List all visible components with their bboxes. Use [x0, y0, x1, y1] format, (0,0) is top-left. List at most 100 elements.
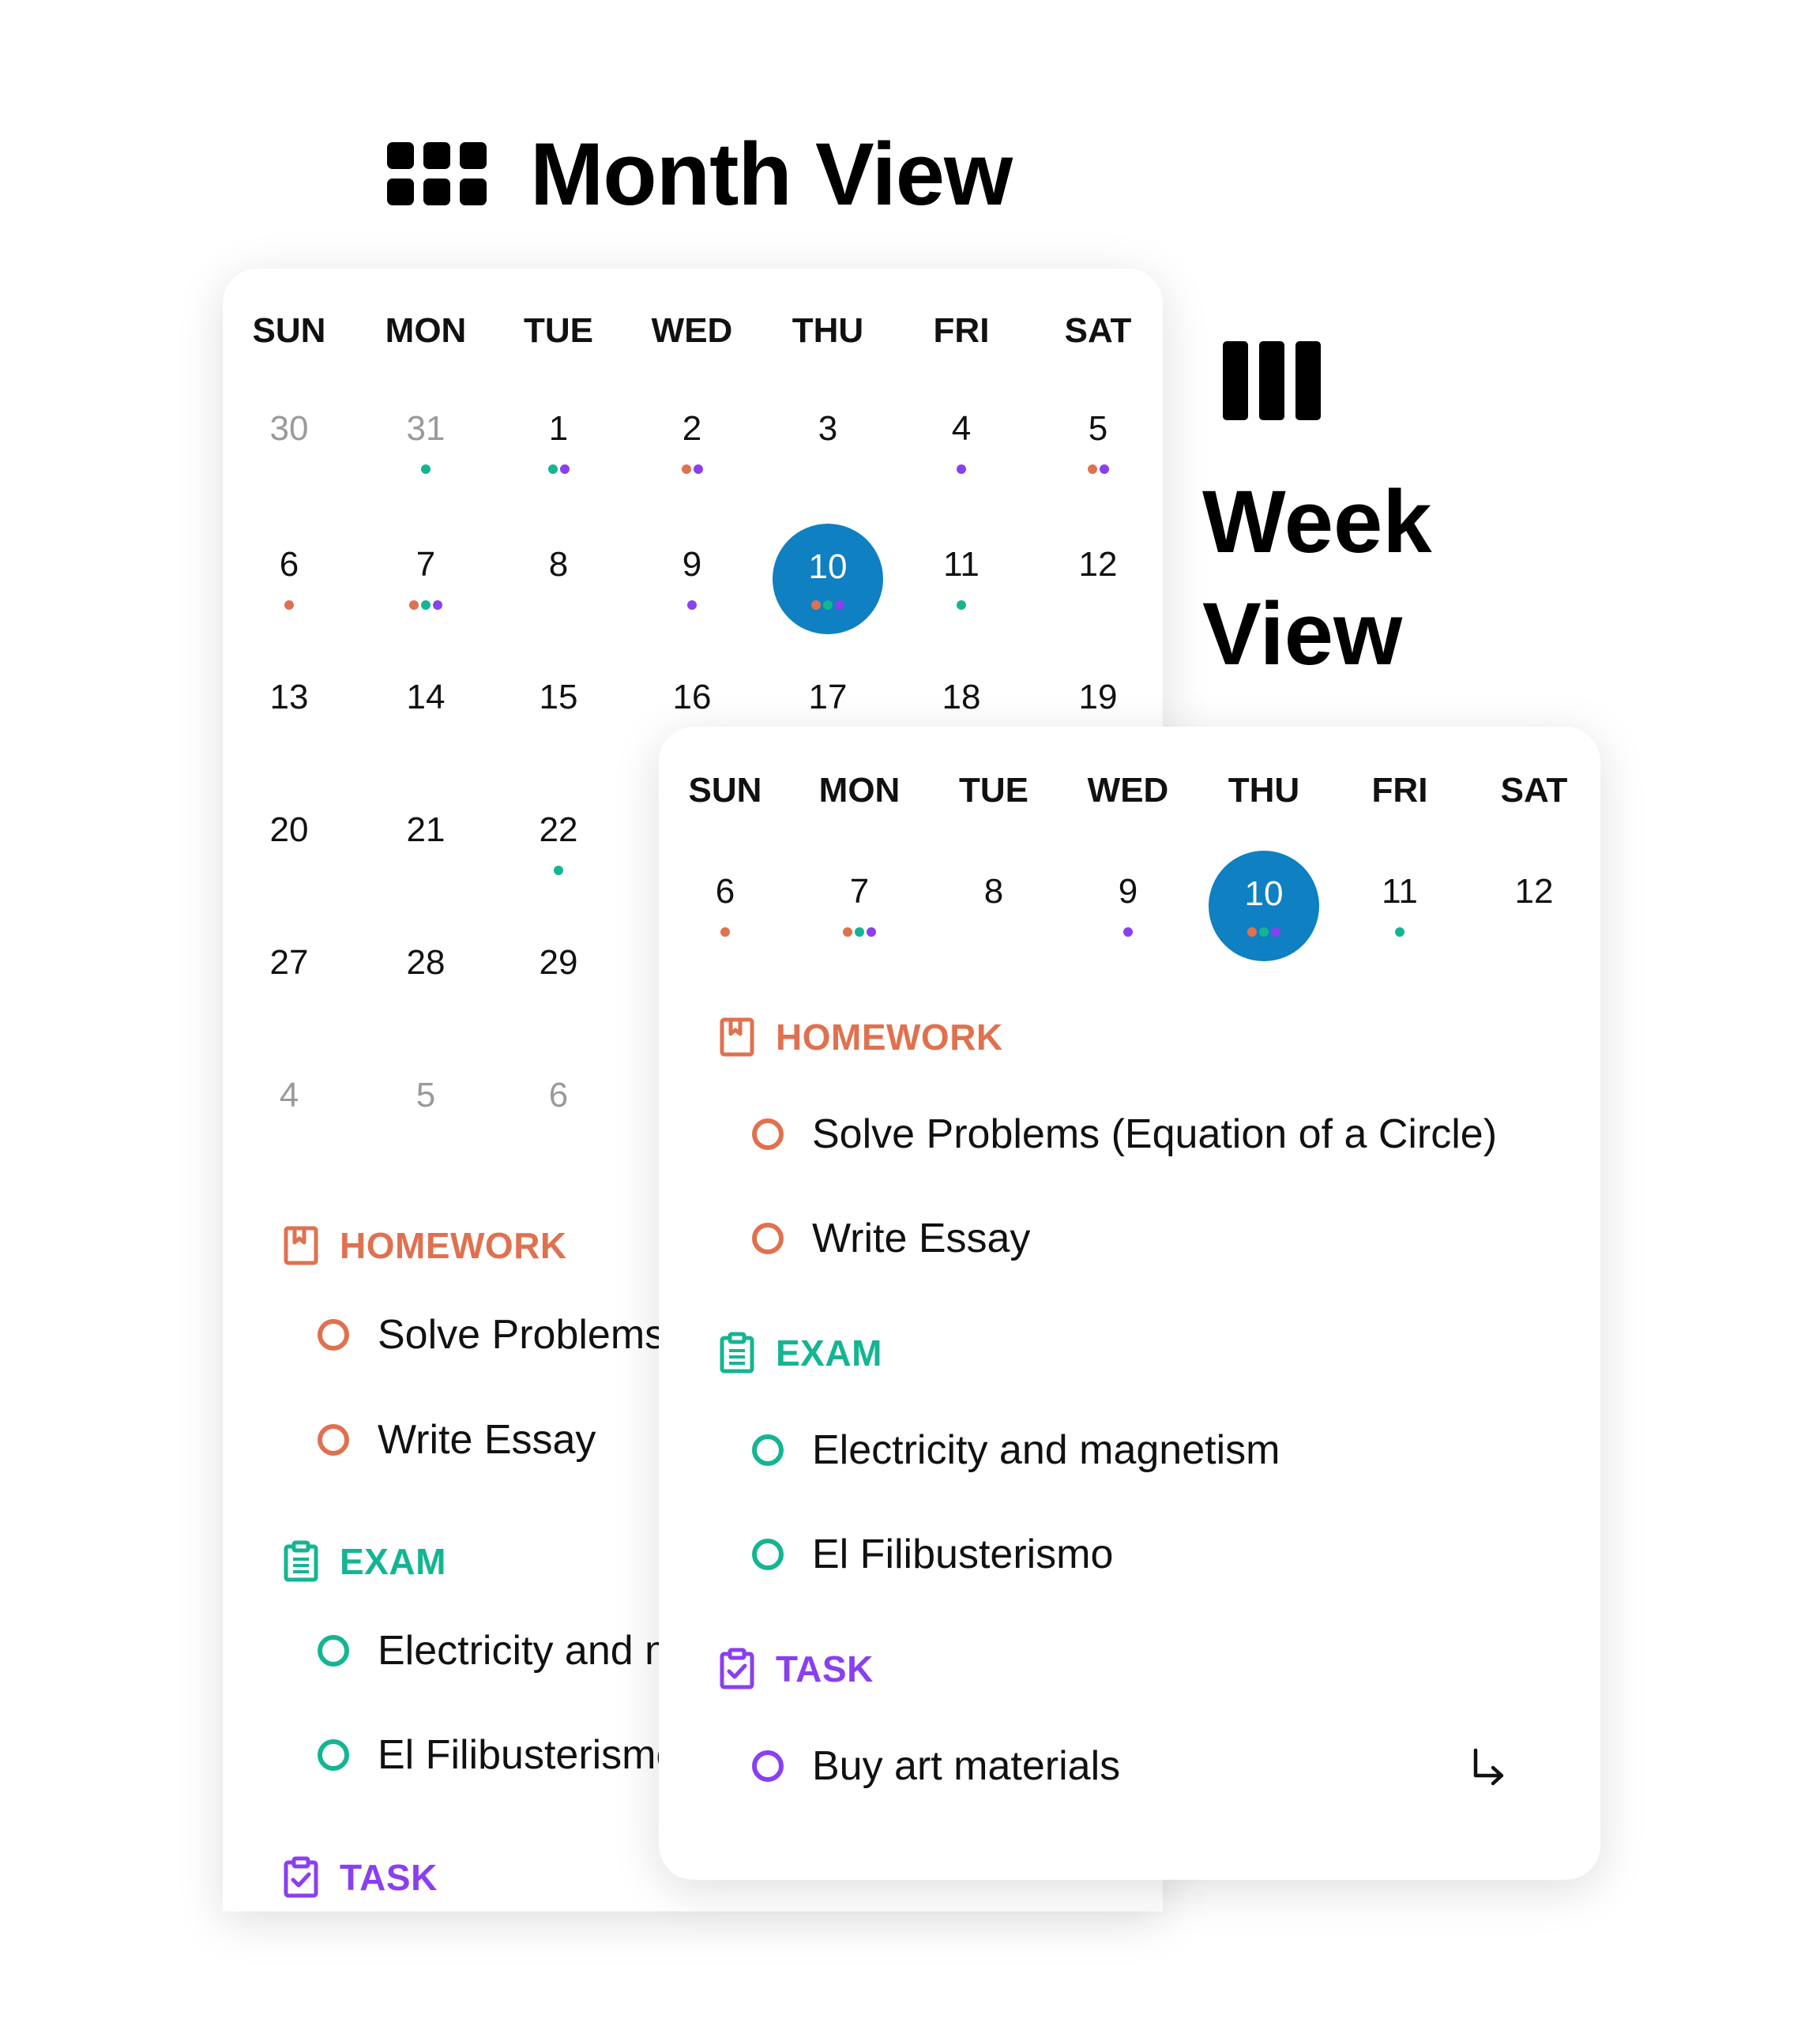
- item-text: Solve Problems: [378, 1312, 666, 1358]
- day-cell[interactable]: 14: [378, 678, 473, 717]
- day-cell-today[interactable]: 10: [773, 524, 883, 634]
- day-cell[interactable]: 1: [511, 409, 606, 449]
- clipboard-check-icon: [284, 1856, 318, 1898]
- week-task-item[interactable]: Buy art materials: [752, 1742, 1120, 1790]
- event-dot: [855, 927, 864, 937]
- item-text: El Filibusterismo: [812, 1532, 1114, 1577]
- day-cell-today[interactable]: 10: [1209, 851, 1319, 961]
- day-cell[interactable]: 8: [511, 545, 606, 584]
- event-dots: [812, 927, 907, 937]
- week-exam-item[interactable]: Electricity and magnetism: [752, 1426, 1280, 1474]
- checkbox-circle-icon[interactable]: [752, 1750, 784, 1782]
- day-cell[interactable]: 7: [378, 545, 473, 584]
- week-exam-section: EXAM: [719, 1332, 882, 1374]
- day-cell[interactable]: 9: [1081, 872, 1175, 911]
- weekday-tue: TUE: [524, 311, 593, 350]
- event-dots: [645, 600, 739, 610]
- day-cell[interactable]: 30: [242, 409, 337, 449]
- weekday-sun: SUN: [688, 771, 762, 810]
- return-arrow-icon[interactable]: [1469, 1746, 1507, 1790]
- day-cell[interactable]: 3: [780, 409, 875, 449]
- day-cell[interactable]: 18: [914, 678, 1009, 717]
- item-text: Electricity and magnetism: [812, 1427, 1280, 1473]
- checkbox-circle-icon[interactable]: [752, 1223, 784, 1254]
- event-dots: [378, 464, 473, 474]
- day-cell[interactable]: 9: [645, 545, 739, 584]
- day-number: 10: [1244, 874, 1284, 913]
- weekday-sat: SAT: [1500, 771, 1568, 810]
- month-exam-item[interactable]: El Filibusterismo: [318, 1731, 679, 1779]
- week-exam-label: EXAM: [776, 1332, 882, 1374]
- event-dot: [547, 464, 558, 474]
- day-cell[interactable]: 21: [378, 810, 473, 850]
- clipboard-list-icon: [720, 1332, 754, 1374]
- day-cell[interactable]: 5: [1051, 409, 1145, 449]
- day-cell[interactable]: 16: [645, 678, 739, 717]
- day-cell[interactable]: 20: [242, 810, 337, 850]
- event-dots: [1081, 927, 1175, 937]
- month-exam-item[interactable]: Electricity and m: [318, 1627, 679, 1674]
- event-dot: [867, 927, 876, 937]
- day-cell[interactable]: 8: [946, 872, 1041, 911]
- day-cell[interactable]: 12: [1051, 545, 1145, 584]
- day-cell[interactable]: 29: [511, 943, 606, 983]
- event-dots: [914, 600, 1009, 610]
- day-cell[interactable]: 11: [1352, 872, 1447, 911]
- checkbox-circle-icon[interactable]: [318, 1635, 349, 1667]
- item-text: El Filibusterismo: [378, 1732, 679, 1778]
- event-dot: [1099, 464, 1109, 474]
- weekday-thu: THU: [792, 311, 864, 350]
- weekday-mon: MON: [385, 311, 467, 350]
- day-cell[interactable]: 13: [242, 678, 337, 717]
- event-dot: [811, 600, 821, 610]
- day-cell[interactable]: 15: [511, 678, 606, 717]
- day-cell[interactable]: 11: [914, 545, 1009, 584]
- event-dots: [378, 600, 473, 610]
- day-cell[interactable]: 12: [1487, 872, 1581, 911]
- event-dot: [421, 464, 431, 474]
- month-homework-item[interactable]: Write Essay: [318, 1416, 596, 1464]
- day-cell[interactable]: 27: [242, 943, 337, 983]
- month-view-heading: Month View: [387, 118, 1013, 229]
- day-cell[interactable]: 6: [678, 872, 773, 911]
- day-cell[interactable]: 4: [914, 409, 1009, 449]
- month-homework-section: HOMEWORK: [283, 1224, 567, 1267]
- item-text: Solve Problems (Equation of a Circle): [812, 1111, 1498, 1157]
- checkbox-circle-icon[interactable]: [752, 1539, 784, 1570]
- checkbox-circle-icon[interactable]: [752, 1434, 784, 1466]
- event-dots: [645, 464, 739, 474]
- event-dot: [1087, 464, 1097, 474]
- day-cell[interactable]: 6: [242, 545, 337, 584]
- day-cell[interactable]: 4: [242, 1076, 337, 1115]
- week-exam-item[interactable]: El Filibusterismo: [752, 1531, 1113, 1578]
- day-number: 10: [808, 547, 848, 586]
- day-cell[interactable]: 2: [645, 409, 739, 449]
- item-text: Write Essay: [378, 1417, 596, 1463]
- month-homework-item[interactable]: Solve Problems: [318, 1311, 665, 1359]
- checkbox-circle-icon[interactable]: [318, 1319, 349, 1351]
- week-view-title-line1: Week: [1202, 472, 1432, 571]
- day-cell[interactable]: 17: [780, 678, 875, 717]
- day-cell[interactable]: 22: [511, 810, 606, 850]
- item-text: Write Essay: [812, 1216, 1031, 1261]
- event-dot: [284, 600, 294, 610]
- event-dot: [1271, 927, 1280, 937]
- event-dot: [835, 600, 844, 610]
- event-dot: [1247, 927, 1257, 937]
- checkbox-circle-icon[interactable]: [318, 1424, 349, 1456]
- checkbox-circle-icon[interactable]: [752, 1118, 784, 1150]
- checkbox-circle-icon[interactable]: [318, 1739, 349, 1771]
- day-cell[interactable]: 5: [378, 1076, 473, 1115]
- event-dots: [511, 866, 606, 875]
- columns-icon: [1223, 341, 1321, 420]
- event-dot: [1123, 927, 1133, 937]
- week-homework-item[interactable]: Write Essay: [752, 1215, 1030, 1262]
- day-cell[interactable]: 31: [378, 409, 473, 449]
- day-cell[interactable]: 19: [1051, 678, 1145, 717]
- day-cell[interactable]: 28: [378, 943, 473, 983]
- day-cell[interactable]: 7: [812, 872, 907, 911]
- day-cell[interactable]: 6: [511, 1076, 606, 1115]
- week-homework-item[interactable]: Solve Problems (Equation of a Circle): [752, 1111, 1497, 1158]
- event-dot: [720, 927, 730, 937]
- weekday-sun: SUN: [252, 311, 326, 350]
